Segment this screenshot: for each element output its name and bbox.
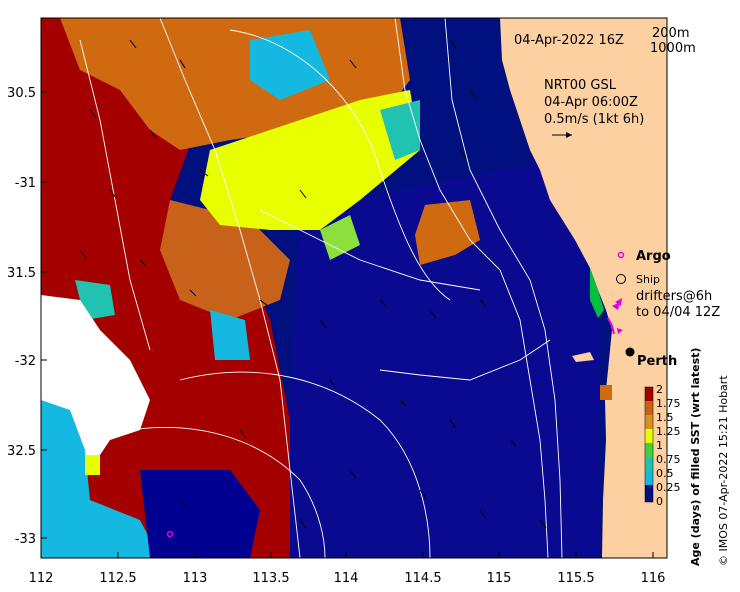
- perth-marker: [625, 347, 635, 357]
- cb-tick-0: 0: [656, 495, 663, 508]
- cb-tick-0-75: 0.75: [656, 453, 681, 466]
- x-tick-115-5: 115.5: [557, 571, 594, 586]
- y-tick-33: -33: [15, 532, 36, 547]
- y-tick-32: -32: [15, 354, 36, 369]
- sst-age-map: 112 112.5 113 113.5 114 114.5 115 115.5 …: [7, 17, 720, 586]
- x-tick-116: 116: [641, 571, 666, 586]
- x-tick-112-5: 112.5: [99, 571, 136, 586]
- colorbar-ticks: 2 1.75 1.5 1.25 1 0.75 0.5 0.25 0: [656, 383, 681, 508]
- y-tick-30-5: 30.5: [7, 86, 36, 101]
- perth-label: Perth: [637, 354, 677, 369]
- drifter-legend-label-2: to 04/04 12Z: [636, 305, 720, 320]
- contour-1000m-label: 1000m: [650, 41, 696, 56]
- argo-legend-label: Argo: [636, 249, 671, 264]
- current-scale-label: 0.5m/s (1kt 6h): [544, 112, 644, 127]
- x-tick-113: 113: [183, 571, 208, 586]
- x-tick-115: 115: [487, 571, 512, 586]
- current-product-label: NRT00 GSL: [544, 78, 617, 93]
- cb-tick-1-25: 1.25: [656, 425, 681, 438]
- yellow-patch-south: [85, 455, 100, 475]
- x-tick-114: 114: [334, 571, 359, 586]
- credit-text: © IMOS 07-Apr-2022 15:21 Hobart: [717, 375, 730, 566]
- coastal-orange-patch: [600, 385, 612, 400]
- cb-tick-1-5: 1.5: [656, 411, 674, 424]
- drifter-legend-label-1: drifters@6h: [636, 289, 712, 304]
- y-tick-31-5: 31.5: [7, 266, 36, 281]
- cb-tick-1: 1: [656, 439, 663, 452]
- contour-200m-label: 200m: [652, 26, 689, 41]
- cb-tick-1-75: 1.75: [656, 397, 681, 410]
- cb-tick-0-25: 0.25: [656, 481, 681, 494]
- current-time-label: 04-Apr 06:00Z: [544, 95, 638, 110]
- colorbar: [644, 386, 654, 503]
- x-tick-114-5: 114.5: [404, 571, 441, 586]
- y-tick-31: -31: [15, 176, 36, 191]
- x-tick-113-5: 113.5: [252, 571, 289, 586]
- x-tick-112: 112: [29, 571, 54, 586]
- colorbar-title: Age (days) of filled SST (wrt latest): [689, 347, 702, 566]
- ship-legend-label: Ship: [636, 273, 660, 286]
- y-tick-32-5: 32.5: [7, 444, 36, 459]
- cb-tick-2: 2: [656, 383, 663, 396]
- cb-tick-0-5: 0.5: [656, 467, 674, 480]
- date-label: 04-Apr-2022 16Z: [514, 33, 624, 48]
